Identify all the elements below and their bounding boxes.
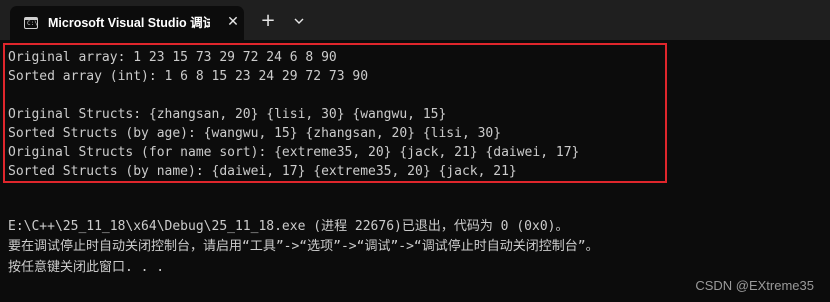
tab-title: Microsoft Visual Studio 调试控制台: [48, 16, 210, 30]
output-line-press-any-key: 按任意键关闭此窗口. . .: [8, 260, 165, 275]
output-line-original-structs: Original Structs: {zhangsan, 20} {lisi, …: [8, 107, 447, 122]
terminal-window: C:\ Microsoft Visual Studio 调试控制台 ✕ + Or…: [0, 0, 830, 302]
console-icon: C:\: [24, 17, 38, 29]
output-line-exit-status: E:\C++\25_11_18\x64\Debug\25_11_18.exe (…: [8, 219, 569, 234]
chevron-down-icon[interactable]: [290, 12, 308, 30]
watermark: CSDN @EXtreme35: [695, 278, 814, 293]
new-tab-button[interactable]: +: [258, 11, 278, 31]
output-line-sorted-by-name: Sorted Structs (by name): {daiwei, 17} {…: [8, 164, 517, 179]
title-bar: C:\ Microsoft Visual Studio 调试控制台 ✕ +: [0, 0, 830, 40]
tab-debug-console[interactable]: C:\ Microsoft Visual Studio 调试控制台 ✕: [10, 6, 244, 40]
output-line-sorted-array: Sorted array (int): 1 6 8 15 23 24 29 72…: [8, 69, 369, 84]
console-output[interactable]: Original array: 1 23 15 73 29 72 24 6 8 …: [0, 40, 830, 302]
console-icon-glyph: C:\: [27, 20, 38, 27]
output-line-auto-close-hint: 要在调试停止时自动关闭控制台，请启用“工具”->“选项”->“调试”->“调试停…: [8, 239, 599, 254]
output-line-original-array: Original array: 1 23 15 73 29 72 24 6 8 …: [8, 50, 337, 65]
output-line-sorted-by-age: Sorted Structs (by age): {wangwu, 15} {z…: [8, 126, 502, 141]
close-tab-icon[interactable]: ✕: [224, 13, 242, 31]
output-line-original-for-name-sort: Original Structs (for name sort): {extre…: [8, 145, 580, 160]
